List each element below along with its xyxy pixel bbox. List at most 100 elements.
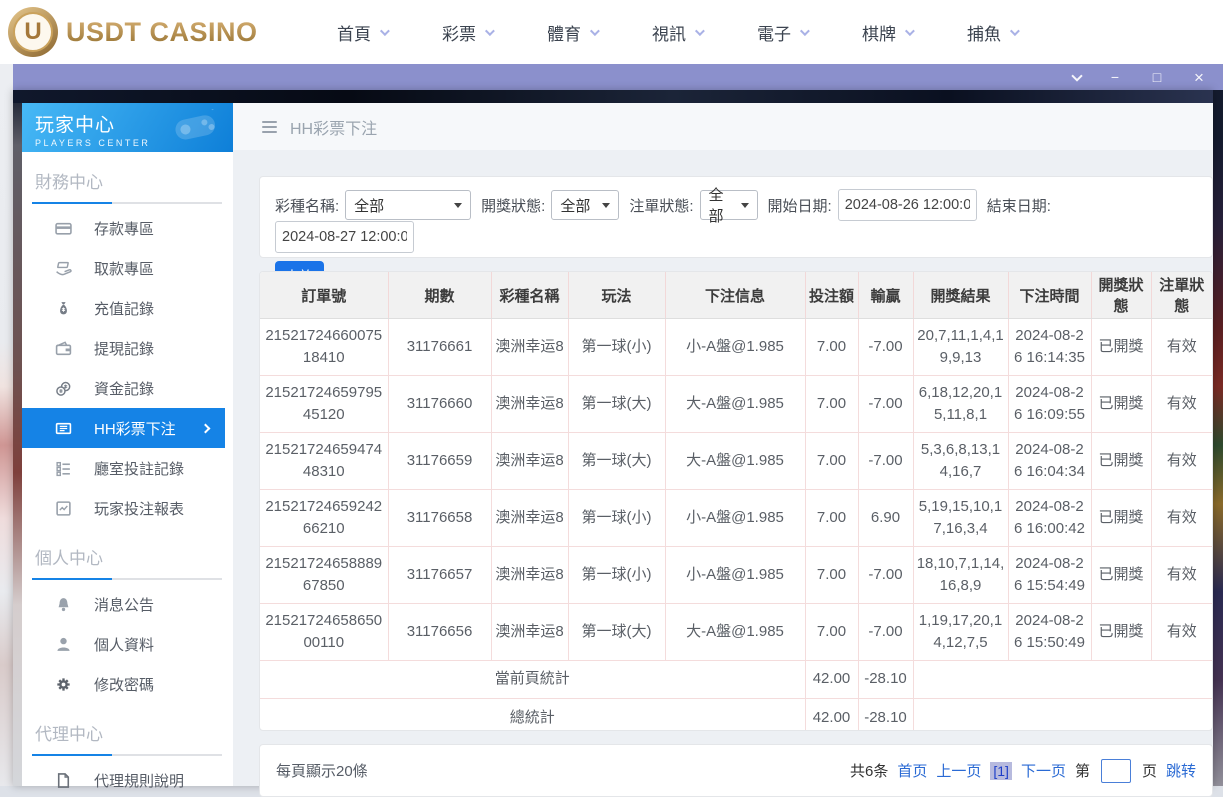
window-minimize-icon[interactable]: − (1107, 70, 1123, 84)
page-jump-input[interactable] (1100, 758, 1131, 783)
prev-page-link[interactable]: 上一页 (936, 760, 981, 781)
table-cell: 澳洲幸运8 (490, 375, 569, 433)
column-header: 玩法 (567, 272, 666, 319)
table-header-row: 訂單號 期數 彩種名稱 玩法 下注信息 投注額 輸贏 開獎結果 下注時間 開獎狀… (260, 272, 1212, 319)
table-cell: 5,19,15,10,17,16,3,4 (912, 489, 1009, 547)
order-status-label: 注單狀態: (629, 197, 694, 215)
table-cell: 31176661 (387, 318, 492, 376)
summary-bet-total: 42.00 (804, 660, 859, 699)
nav-item-home[interactable]: 首頁 (310, 20, 415, 45)
column-header: 輸贏 (857, 272, 914, 319)
start-date-label: 開始日期: (767, 197, 832, 215)
table-cell: 2152172465947448310 (260, 432, 389, 490)
table-cell: 小-A盤@1.985 (664, 489, 806, 547)
sidebar-item-deposit[interactable]: 存款專區 (22, 208, 233, 248)
table-cell: -7.00 (857, 603, 914, 661)
start-date-input[interactable] (837, 189, 977, 221)
table-cell: 第一球(大) (567, 603, 666, 661)
chevron-down-icon (589, 25, 600, 36)
table-cell: 有效 (1150, 489, 1212, 547)
main-nav: 首頁 彩票 體育 視訊 電子 棋牌 捕魚 (310, 20, 1045, 45)
sidebar-item-withdrawal-records[interactable]: 提現記錄 (22, 328, 233, 368)
nav-item-slots[interactable]: 電子 (730, 20, 835, 45)
window-maximize-icon[interactable]: □ (1149, 70, 1165, 84)
table-cell: 2024-08-26 16:04:34 (1007, 432, 1092, 490)
table-cell: 澳洲幸运8 (490, 546, 569, 604)
hamburger-menu-icon[interactable] (262, 120, 277, 133)
table-cell: 31176656 (387, 603, 492, 661)
sidebar-item-room-bet-records[interactable]: 廳室投註記錄 (22, 448, 233, 488)
section-divider (32, 754, 222, 756)
nav-item-lottery[interactable]: 彩票 (415, 20, 520, 45)
sidebar-item-label: HH彩票下注 (94, 420, 176, 438)
window-title-bar: − □ × (12, 64, 1223, 90)
brand-name: USDT CASINO (66, 16, 258, 47)
sidebar-item-label: 存款專區 (94, 220, 155, 238)
sidebar-item-profile[interactable]: 個人資料 (22, 624, 233, 664)
jump-button[interactable]: 跳转 (1166, 760, 1196, 781)
end-date-input[interactable] (275, 221, 414, 253)
pager: 共6条 首页 上一页 [1] 下一页 第 页 跳转 (850, 758, 1196, 783)
nav-item-video[interactable]: 視訊 (625, 20, 730, 45)
nav-item-sports[interactable]: 體育 (520, 20, 625, 45)
logo-coin-icon: U (8, 7, 58, 57)
sidebar-item-withdraw[interactable]: 取款專區 (22, 248, 233, 288)
column-header: 下注信息 (664, 272, 806, 319)
lottery-name-label: 彩種名稱: (275, 197, 340, 215)
table-cell: 第一球(小) (567, 546, 666, 604)
draw-status-select[interactable]: 全部 (551, 190, 620, 220)
draw-status-label: 開獎狀態: (481, 197, 546, 215)
table-cell: 澳洲幸运8 (490, 318, 569, 376)
table-cell: 2024-08-26 16:14:35 (1007, 318, 1092, 376)
table-cell: -7.00 (857, 432, 914, 490)
table-row: 2152172465979545120 31176660 澳洲幸运8 第一球(大) 大-… (260, 375, 1212, 433)
next-page-link[interactable]: 下一页 (1021, 760, 1066, 781)
current-page-indicator: [1] (990, 761, 1012, 780)
report-chart-icon (55, 500, 72, 517)
window-collapse-icon[interactable] (1071, 69, 1083, 82)
table-cell: 18,10,7,1,14,16,8,9 (912, 546, 1009, 604)
chevron-down-icon (799, 25, 810, 36)
table-row: 2152172465947448310 31176659 澳洲幸运8 第一球(大) 大-… (260, 432, 1212, 490)
page-size-text: 每頁顯示20條 (276, 763, 368, 780)
window-close-icon[interactable]: × (1191, 69, 1207, 86)
sidebar-item-player-bet-report[interactable]: 玩家投注報表 (22, 488, 233, 528)
sidebar-item-fund-records[interactable]: 資金記錄 (22, 368, 233, 408)
first-page-link[interactable]: 首页 (897, 760, 927, 781)
table-cell: 2152172466007518410 (260, 318, 389, 376)
table-cell: 31176658 (387, 489, 492, 547)
sidebar-item-announcements[interactable]: 消息公告 (22, 584, 233, 624)
nav-item-fishing[interactable]: 捕魚 (940, 20, 1045, 45)
table-cell: 5,3,6,8,13,14,16,7 (912, 432, 1009, 490)
table-cell: -7.00 (857, 546, 914, 604)
summary-empty (912, 698, 1212, 730)
sidebar-item-label: 修改密碼 (94, 676, 155, 694)
select-arrow-icon (602, 202, 611, 208)
sidebar: 玩家中心 PLAYERS CENTER 財務中心 存款專區 取款專區 充值記錄 … (22, 103, 233, 790)
coins-icon (55, 380, 72, 397)
table-cell: 小-A盤@1.985 (664, 546, 806, 604)
table-cell: 7.00 (804, 375, 859, 433)
table-cell: 第一球(小) (567, 318, 666, 376)
nav-item-boardgames[interactable]: 棋牌 (835, 20, 940, 45)
table-cell: 6.90 (857, 489, 914, 547)
section-title-personal: 個人中心 (35, 549, 103, 568)
sidebar-item-change-password[interactable]: 修改密碼 (22, 664, 233, 704)
table-cell: 1,19,17,20,14,12,7,5 (912, 603, 1009, 661)
content-header: HH彩票下注 (233, 103, 1213, 150)
sidebar-item-recharge-records[interactable]: 充值記錄 (22, 288, 233, 328)
table-cell: 7.00 (804, 318, 859, 376)
lottery-name-select[interactable]: 全部 (345, 190, 472, 220)
bets-table-panel: 訂單號 期數 彩種名稱 玩法 下注信息 投注額 輸贏 開獎結果 下注時間 開獎狀… (259, 271, 1213, 731)
order-status-select[interactable]: 全部 (699, 187, 758, 225)
sidebar-item-hh-lottery-bets[interactable]: HH彩票下注 (22, 408, 225, 448)
sidebar-item-agent-rules[interactable]: 代理規則說明 (22, 760, 233, 800)
page-title: HH彩票下注 (290, 120, 378, 138)
table-cell: -7.00 (857, 375, 914, 433)
table-cell: -7.00 (857, 318, 914, 376)
column-header: 開獎狀態 (1090, 272, 1152, 319)
site-logo[interactable]: U USDT CASINO (8, 7, 258, 57)
table-row: 2152172465865000110 31176656 澳洲幸运8 第一球(大) 大-… (260, 603, 1212, 661)
sidebar-item-label: 充值記錄 (94, 300, 155, 318)
table-cell: 2152172465888967850 (260, 546, 389, 604)
